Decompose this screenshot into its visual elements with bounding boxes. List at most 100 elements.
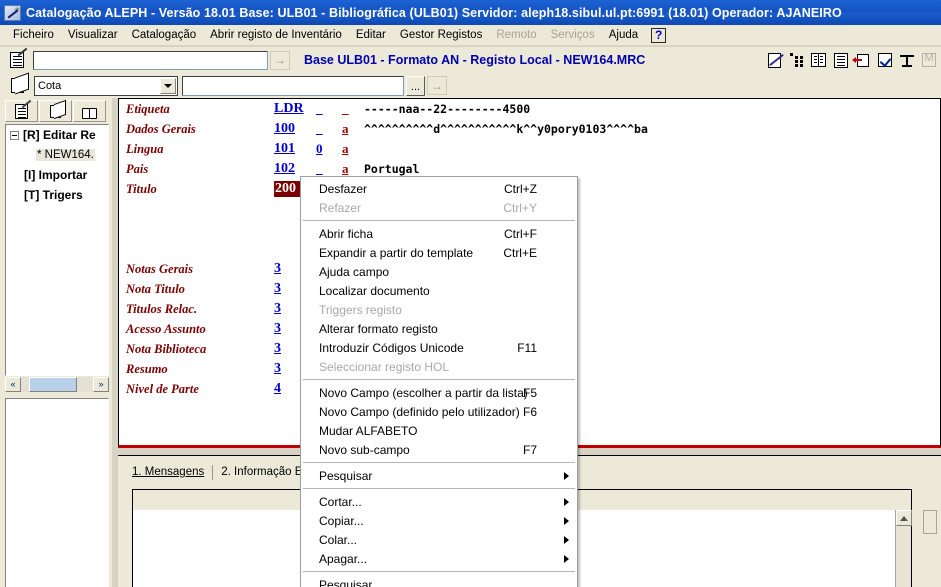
sidebar-tab-search[interactable] [73, 100, 106, 122]
context-menu-item: Refazer Ctrl+Y [301, 198, 577, 217]
tab-mensagens[interactable]: 1. Mensagens [124, 465, 214, 480]
context-menu-item[interactable]: Ajuda campo [301, 262, 577, 281]
scroll-thumb[interactable] [29, 376, 77, 392]
context-menu-item[interactable]: Cortar... [301, 492, 577, 511]
record-field-name: Resumo [126, 361, 168, 376]
context-menu-item[interactable]: Desfazer Ctrl+Z [301, 179, 577, 198]
context-menu-item-shortcut: F6 [522, 404, 537, 419]
context-menu-item[interactable]: Abrir ficha Ctrl+F [301, 224, 577, 243]
context-menu-item[interactable]: Novo sub-campo F7 [301, 440, 577, 459]
record-field-value[interactable]: Portugal [364, 162, 419, 176]
context-menu-item-label: Copiar... [319, 513, 364, 528]
tree-item-importar[interactable]: [I] Importar [6, 165, 108, 185]
context-menu-item[interactable]: Mudar ALFABETO [301, 421, 577, 440]
catalog-pencil-icon [4, 4, 21, 21]
menu-editar[interactable]: Editar [349, 27, 393, 43]
context-menu-item-label: Apagar... [319, 551, 368, 566]
submenu-arrow-icon [564, 554, 569, 563]
context-menu-item[interactable]: Expandir a partir do template Ctrl+E [301, 243, 577, 262]
sidebar-tab-records[interactable] [5, 99, 38, 122]
index-select[interactable]: Cota [34, 75, 178, 96]
menu-ficheiro[interactable]: Ficheiro [6, 27, 61, 43]
go-arrow-button-2[interactable]: → [427, 76, 447, 95]
list-record-icon[interactable] [830, 50, 851, 71]
record-field-value[interactable]: ^^^^^^^^^^d^^^^^^^^^^^k^^y0pory0103^^^^b… [364, 122, 648, 136]
record-field-row[interactable]: Lingua 101 0 a [119, 139, 940, 159]
bottom-panel-scrollbar[interactable] [895, 510, 912, 587]
scroll-left-icon[interactable]: « [5, 376, 21, 392]
collapse-minus-icon[interactable] [10, 130, 19, 140]
submenu-arrow-icon [564, 516, 569, 525]
context-menu-item-shortcut: Ctrl+E [503, 245, 537, 260]
record-field-row[interactable]: Etiqueta LDR _ _ -----naa--22--------4500 [119, 99, 940, 119]
help-question-icon[interactable]: ? [651, 27, 667, 43]
context-menu-item[interactable]: Localizar documento [301, 281, 577, 300]
menu-catalogacao[interactable]: Catalogação [125, 27, 204, 43]
context-menu-item[interactable]: Pesquisar [301, 575, 577, 587]
scroll-right-icon[interactable]: » [93, 376, 109, 392]
record-field-value[interactable]: -----naa--22--------4500 [364, 102, 530, 116]
menu-abrir-registo-inventario[interactable]: Abrir registo de Inventário [203, 27, 349, 43]
call-number-input[interactable] [182, 75, 404, 96]
record-field-tag[interactable]: 100 [274, 121, 316, 137]
scroll-up-icon[interactable] [896, 510, 912, 526]
sidebar-tab-items[interactable] [39, 100, 72, 122]
menu-separator [303, 571, 575, 572]
table-view-icon[interactable] [896, 50, 917, 71]
context-menu-item[interactable]: Alterar formato registo [301, 319, 577, 338]
context-menu-item[interactable]: Novo Campo (escolher a partir da lista) F… [301, 383, 577, 402]
record-field-tag[interactable]: 102 [274, 161, 316, 177]
browse-button[interactable]: ... [406, 75, 425, 96]
tree-item-new164[interactable]: * NEW164. [6, 145, 108, 165]
record-field-indicator[interactable]: _ [316, 101, 342, 117]
open-book-icon[interactable] [808, 50, 829, 71]
record-field-row[interactable]: Dados Gerais 100 _ a ^^^^^^^^^^d^^^^^^^^^^^k… [119, 119, 940, 139]
push-record-icon[interactable] [851, 50, 873, 71]
go-arrow-button[interactable]: → [270, 50, 290, 70]
context-menu-item[interactable]: Colar... [301, 530, 577, 549]
sidebar-tree: [R] Editar Re * NEW164. [I] Importar [T]… [5, 124, 109, 376]
sidebar-horizontal-scrollbar[interactable]: « » [5, 376, 109, 392]
tree-item-trigers[interactable]: [T] Trigers [6, 185, 108, 205]
validate-check-icon[interactable] [874, 50, 895, 71]
record-field-indicator[interactable]: _ [316, 121, 342, 137]
context-menu-item[interactable]: Apagar... [301, 549, 577, 568]
context-menu-item[interactable]: Introduzir Códigos Unicode F11 [301, 338, 577, 357]
document-pencil-icon [5, 47, 29, 71]
menu-separator [303, 220, 575, 221]
tree-item-label: [R] Editar Re [23, 128, 96, 142]
cube-icon [50, 104, 61, 118]
context-menu-item-label: Abrir ficha [319, 226, 374, 241]
record-field-indicator[interactable]: 0 [316, 141, 342, 157]
record-subfield-code[interactable]: _ [342, 101, 364, 117]
duplicate-fields-icon[interactable] [786, 50, 807, 71]
record-subfield-code[interactable]: a [342, 121, 364, 137]
context-menu-item-label: Seleccionar registo HOL [319, 359, 450, 374]
menu-visualizar[interactable]: Visualizar [61, 27, 125, 43]
new-record-icon[interactable] [764, 50, 785, 71]
context-menu-item[interactable]: Pesquisar [301, 466, 577, 485]
context-menu-item-label: Triggers registo [319, 302, 402, 317]
merge-records-icon [918, 50, 939, 71]
context-menu-item[interactable]: Novo Campo (definido pelo utilizador) F6 [301, 402, 577, 421]
menu-ajuda[interactable]: Ajuda [602, 27, 645, 43]
scroll-track[interactable] [21, 376, 93, 392]
record-subfield-code[interactable]: a [342, 161, 364, 177]
barcode-input[interactable] [33, 50, 268, 70]
editor-context-menu[interactable]: Desfazer Ctrl+Z Refazer Ctrl+Y Abrir ficha Ct… [300, 176, 578, 587]
menu-gestor-registos[interactable]: Gestor Registos [393, 27, 489, 43]
tree-item-editar-registos[interactable]: [R] Editar Re [6, 125, 108, 145]
chevron-down-icon[interactable] [160, 77, 176, 94]
record-field-indicator[interactable]: _ [316, 161, 342, 177]
context-menu-item-label: Alterar formato registo [319, 321, 438, 336]
menu-separator [303, 488, 575, 489]
context-menu-item[interactable]: Copiar... [301, 511, 577, 530]
record-subfield-code[interactable]: a [342, 141, 364, 157]
record-field-name: Nivel de Parte [126, 381, 199, 396]
tree-item-label: * NEW164. [36, 149, 95, 161]
context-menu-item-label: Ajuda campo [319, 264, 390, 279]
record-field-tag[interactable]: 101 [274, 141, 316, 157]
context-menu-item-label: Pesquisar [319, 468, 373, 483]
record-field-tag[interactable]: LDR [274, 101, 316, 117]
menu-separator [303, 462, 575, 463]
